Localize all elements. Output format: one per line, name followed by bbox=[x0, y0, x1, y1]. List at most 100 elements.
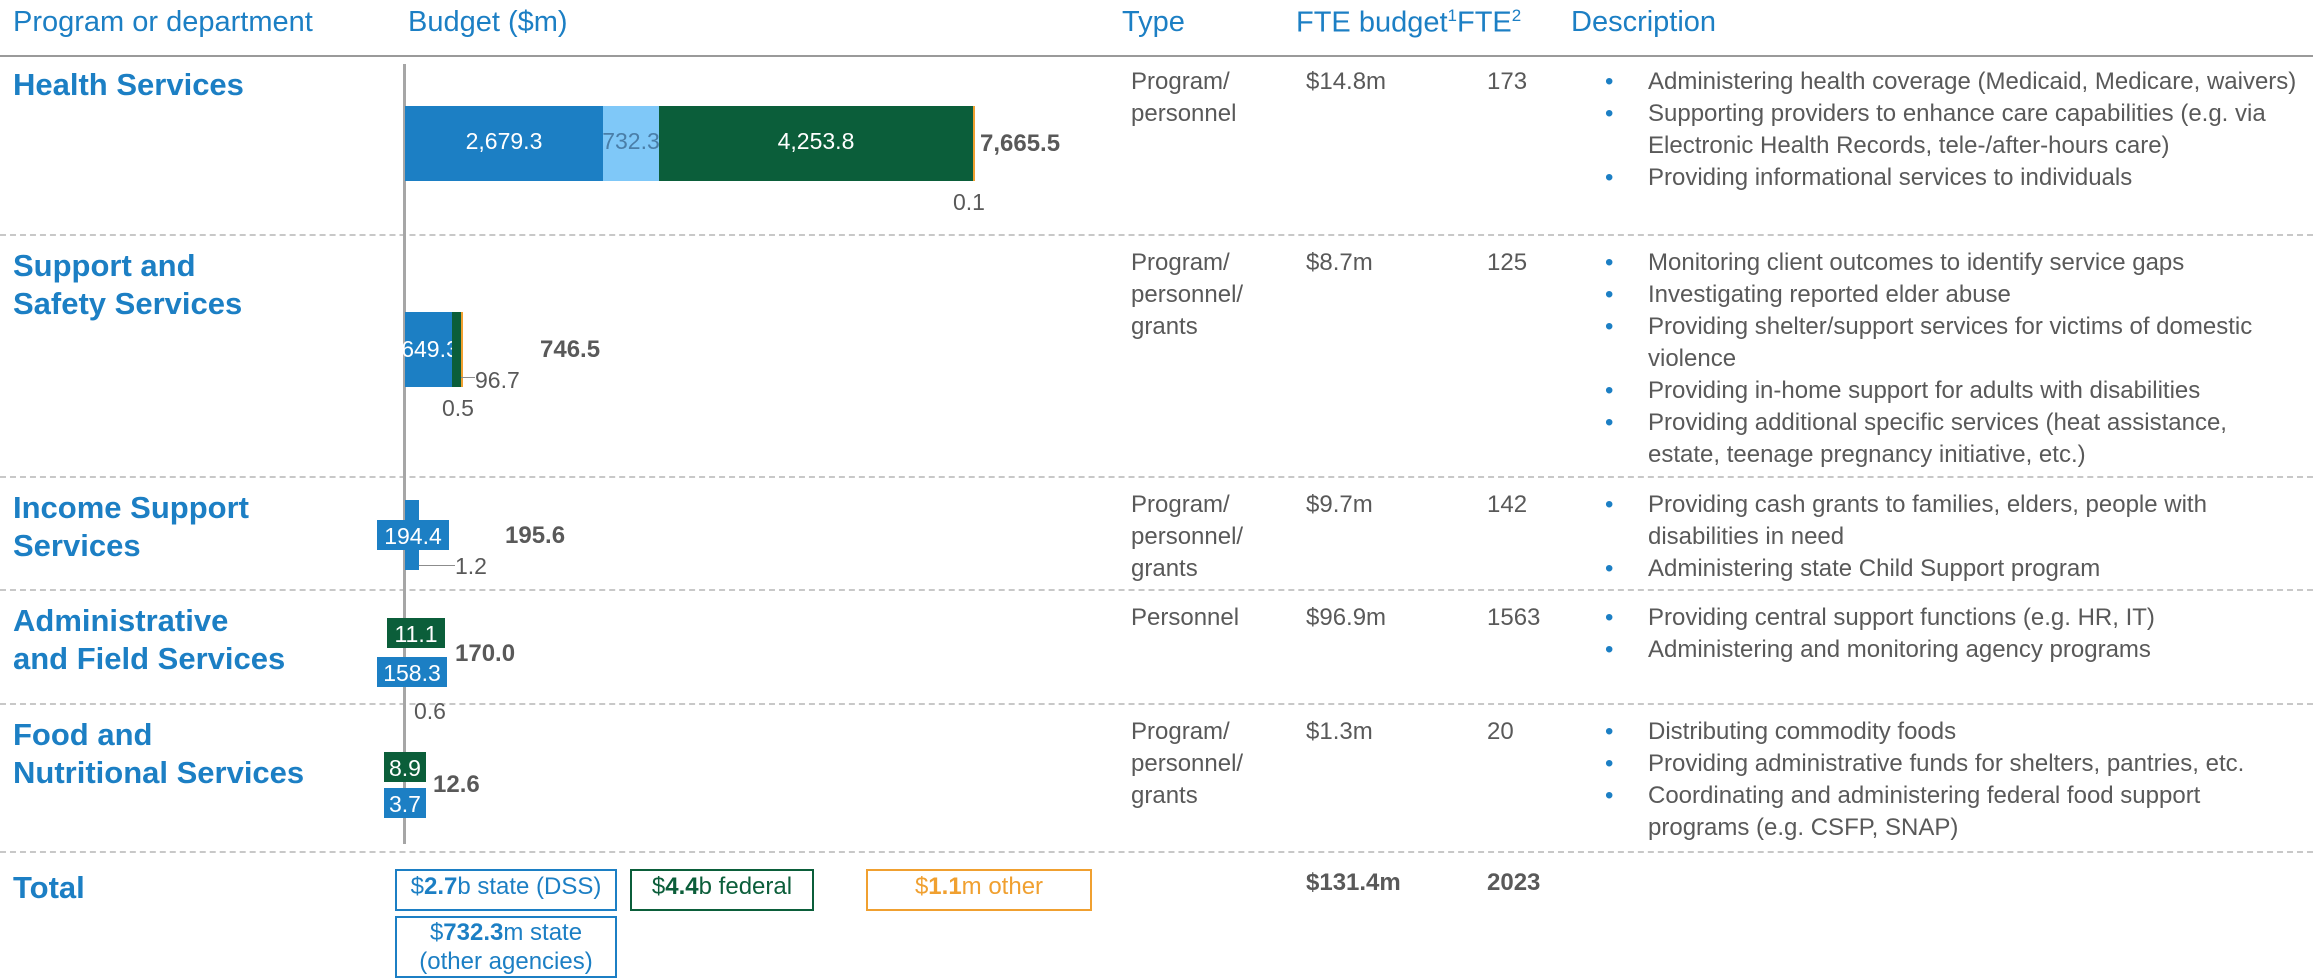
program-type: Program/personnel/grants bbox=[1131, 489, 1243, 585]
fte-budget: $9.7m bbox=[1306, 491, 1373, 518]
header-fte-text: FTE bbox=[1457, 6, 1512, 39]
bar-label-other: 1.2 bbox=[455, 553, 487, 579]
bar-label-federal: 8.9 bbox=[389, 755, 421, 781]
legend-state-other: $732.3m state (other agencies) bbox=[395, 916, 617, 978]
description-item: Supporting providers to enhance care cap… bbox=[1602, 98, 2302, 162]
program-type-line: grants bbox=[1131, 313, 1198, 340]
legend-other-value: 1.1 bbox=[928, 873, 962, 900]
header-budget: Budget ($m) bbox=[408, 6, 568, 38]
legend-state-other-suffix: m state bbox=[503, 919, 583, 946]
bar-label-federal: 96.7 bbox=[475, 367, 520, 393]
description-item: Providing administrative funds for shelt… bbox=[1602, 748, 2302, 780]
leader-line bbox=[419, 565, 455, 566]
program-type-line: Program/ bbox=[1131, 68, 1230, 95]
total-label: Total bbox=[13, 870, 85, 905]
legend-state-dss-prefix: $ bbox=[410, 873, 424, 900]
chart-axis bbox=[403, 64, 406, 844]
description-list: Monitoring client outcomes to identify s… bbox=[1602, 247, 2302, 471]
row-divider bbox=[0, 851, 2313, 853]
legend-state-dss-value: 2.7 bbox=[423, 873, 458, 900]
bar-total-label: 195.6 bbox=[505, 522, 566, 549]
fte-count: 142 bbox=[1487, 491, 1528, 518]
bar-total-label: 746.5 bbox=[540, 336, 601, 363]
legend-state-dss: $2.7b state (DSS) bbox=[395, 869, 617, 911]
footnote-2: 2 bbox=[1511, 6, 1522, 25]
program-type-line: personnel/ bbox=[1131, 523, 1244, 550]
bar-other bbox=[973, 106, 975, 181]
bar-label-other: 0.6 bbox=[414, 698, 446, 724]
legend-federal-value: 4.4 bbox=[665, 873, 699, 900]
program-type-line: Program/ bbox=[1131, 249, 1230, 276]
legend-state-other-prefix: $ bbox=[429, 919, 444, 946]
program-type-line: Personnel bbox=[1131, 604, 1240, 631]
program-name-line: Administrative bbox=[13, 603, 229, 638]
program-name-line: Health Services bbox=[13, 67, 244, 102]
bar-label-state-dss: 3.7 bbox=[389, 791, 421, 817]
leader-line bbox=[461, 377, 475, 378]
fte-count: 1563 bbox=[1487, 604, 1541, 631]
program-name: Income Support Services bbox=[13, 489, 249, 565]
bar-total-label: 7,665.5 bbox=[980, 130, 1061, 157]
bar-total-label: 170.0 bbox=[455, 640, 516, 667]
bar-federal bbox=[452, 312, 461, 387]
bar-label-other: 0.1 bbox=[953, 189, 985, 215]
program-name: Administrative and Field Services bbox=[13, 602, 285, 678]
program-type: Program/personnel bbox=[1131, 66, 1236, 130]
footnote-1: 1 bbox=[1447, 6, 1457, 25]
description-item: Providing in-home support for adults wit… bbox=[1602, 375, 2302, 407]
fte-budget: $1.3m bbox=[1306, 718, 1373, 745]
program-type-line: personnel/ bbox=[1131, 750, 1244, 777]
description-list: Providing central support functions (e.g… bbox=[1602, 602, 2302, 666]
program-name: Health Services bbox=[13, 66, 244, 104]
program-name-line: Safety Services bbox=[13, 286, 243, 321]
description-list: Distributing commodity foodsProviding ad… bbox=[1602, 716, 2302, 844]
bar-other bbox=[461, 312, 463, 387]
program-name-line: Income Support bbox=[13, 490, 249, 525]
description-item: Providing shelter/support services for v… bbox=[1602, 311, 2302, 375]
program-type-line: Program/ bbox=[1131, 491, 1230, 518]
description-list: Administering health coverage (Medicaid,… bbox=[1602, 66, 2302, 194]
bar-label-other: 0.5 bbox=[442, 395, 474, 421]
legend-federal: $4.4b federal bbox=[630, 869, 814, 911]
legend-federal-prefix: $ bbox=[651, 873, 666, 900]
bar-label-state-dss: 2,679.3 bbox=[465, 128, 543, 154]
program-name-line: Support and bbox=[13, 248, 196, 283]
legend-federal-suffix: b federal bbox=[698, 873, 793, 900]
row-divider bbox=[0, 234, 2313, 236]
bar-label-federal: 4,253.8 bbox=[777, 128, 855, 154]
fte-budget: $14.8m bbox=[1306, 68, 1387, 95]
program-type: Program/personnel/grants bbox=[1131, 247, 1243, 343]
fte-budget: $8.7m bbox=[1306, 249, 1373, 276]
bar-label-state-other: 732.3 bbox=[602, 128, 660, 154]
bar-total-label: 12.6 bbox=[433, 771, 480, 798]
program-name-line: Food and bbox=[13, 717, 153, 752]
fte-count: 125 bbox=[1487, 249, 1528, 276]
program-type-line: grants bbox=[1131, 555, 1198, 582]
header-description: Description bbox=[1571, 6, 1717, 38]
header-program: Program or department bbox=[13, 6, 313, 38]
bar-label-state-dss: 158.3 bbox=[383, 660, 441, 686]
description-item: Providing central support functions (e.g… bbox=[1602, 602, 2302, 634]
header-fte-budget: FTE budget1FTE2 bbox=[1296, 6, 1521, 40]
description-item: Administering health coverage (Medicaid,… bbox=[1602, 66, 2302, 98]
description-item: Administering and monitoring agency prog… bbox=[1602, 634, 2302, 666]
fte-budget: $96.9m bbox=[1306, 604, 1387, 631]
description-item: Providing informational services to indi… bbox=[1602, 162, 2302, 194]
fte-count: 173 bbox=[1487, 68, 1528, 95]
program-name: Food and Nutritional Services bbox=[13, 716, 304, 792]
total-fte-budget: $131.4m bbox=[1306, 869, 1401, 896]
description-list: Providing cash grants to families, elder… bbox=[1602, 489, 2302, 585]
description-item: Coordinating and administering federal f… bbox=[1602, 780, 2302, 844]
bar-label-federal: 11.1 bbox=[394, 621, 438, 647]
program-type: Personnel bbox=[1131, 602, 1239, 634]
row-divider bbox=[0, 589, 2313, 591]
program-name-line: Services bbox=[13, 528, 141, 563]
fte-count: 20 bbox=[1487, 718, 1514, 745]
legend-state-other-suffix2: (other agencies) bbox=[419, 948, 593, 975]
row-divider bbox=[0, 703, 2313, 705]
header-type: Type bbox=[1122, 6, 1185, 38]
legend-other-suffix: m other bbox=[961, 873, 1044, 900]
total-fte: 2023 bbox=[1487, 869, 1541, 896]
description-item: Distributing commodity foods bbox=[1602, 716, 2302, 748]
program-name: Support and Safety Services bbox=[13, 247, 242, 323]
